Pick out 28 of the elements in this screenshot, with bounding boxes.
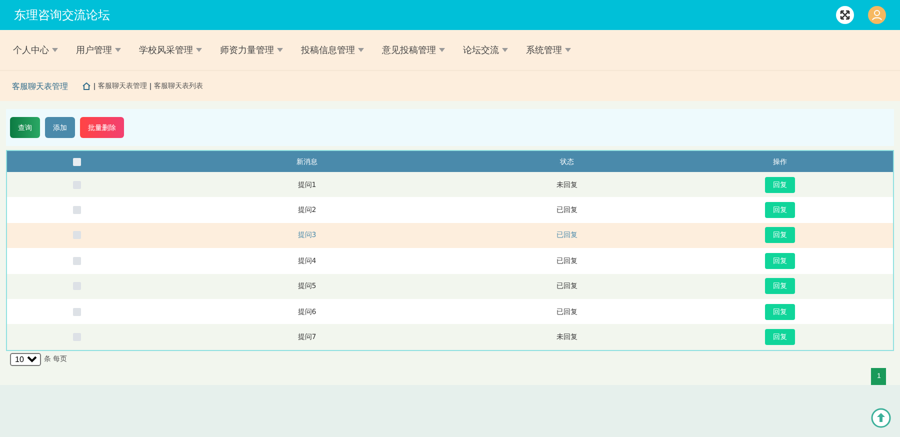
row-checkbox[interactable] bbox=[73, 308, 81, 316]
nav-menu-item[interactable]: 师资力量管理 bbox=[211, 44, 292, 56]
caret-icon bbox=[502, 48, 508, 52]
site-title: 东理咨询交流论坛 bbox=[14, 6, 110, 24]
nav-menu-item[interactable]: 系统管理 bbox=[517, 44, 580, 56]
caret-icon bbox=[277, 48, 283, 52]
nav-menu-item[interactable]: 学校风采管理 bbox=[130, 44, 211, 56]
row-checkbox[interactable] bbox=[73, 206, 81, 214]
row-checkbox[interactable] bbox=[73, 231, 81, 240]
row-checkbox[interactable] bbox=[73, 256, 81, 265]
caret-icon bbox=[115, 48, 121, 52]
nav-menu-item[interactable]: 投稿信息管理 bbox=[292, 44, 373, 56]
home-icon[interactable] bbox=[82, 82, 91, 90]
caret-icon bbox=[565, 48, 571, 52]
fullscreen-icon[interactable] bbox=[836, 6, 854, 24]
caret-icon bbox=[439, 48, 445, 52]
caret-icon bbox=[52, 48, 58, 52]
nav-menu-item[interactable]: 个人中心 bbox=[4, 44, 67, 56]
avatar-icon[interactable] bbox=[868, 6, 886, 24]
caret-icon bbox=[358, 48, 364, 52]
select-all-checkbox[interactable] bbox=[73, 158, 81, 166]
nav-menu-item[interactable]: 意见投稿管理 bbox=[373, 44, 454, 56]
nav-menu-item[interactable]: 论坛交流 bbox=[454, 44, 517, 56]
page-size-select[interactable]: 10 bbox=[10, 352, 41, 366]
caret-icon bbox=[196, 48, 202, 52]
page-title: 客服聊天表管理 bbox=[12, 80, 68, 92]
back-to-top-icon[interactable] bbox=[871, 408, 891, 428]
nav-menu-item[interactable]: 用户管理 bbox=[67, 44, 130, 56]
